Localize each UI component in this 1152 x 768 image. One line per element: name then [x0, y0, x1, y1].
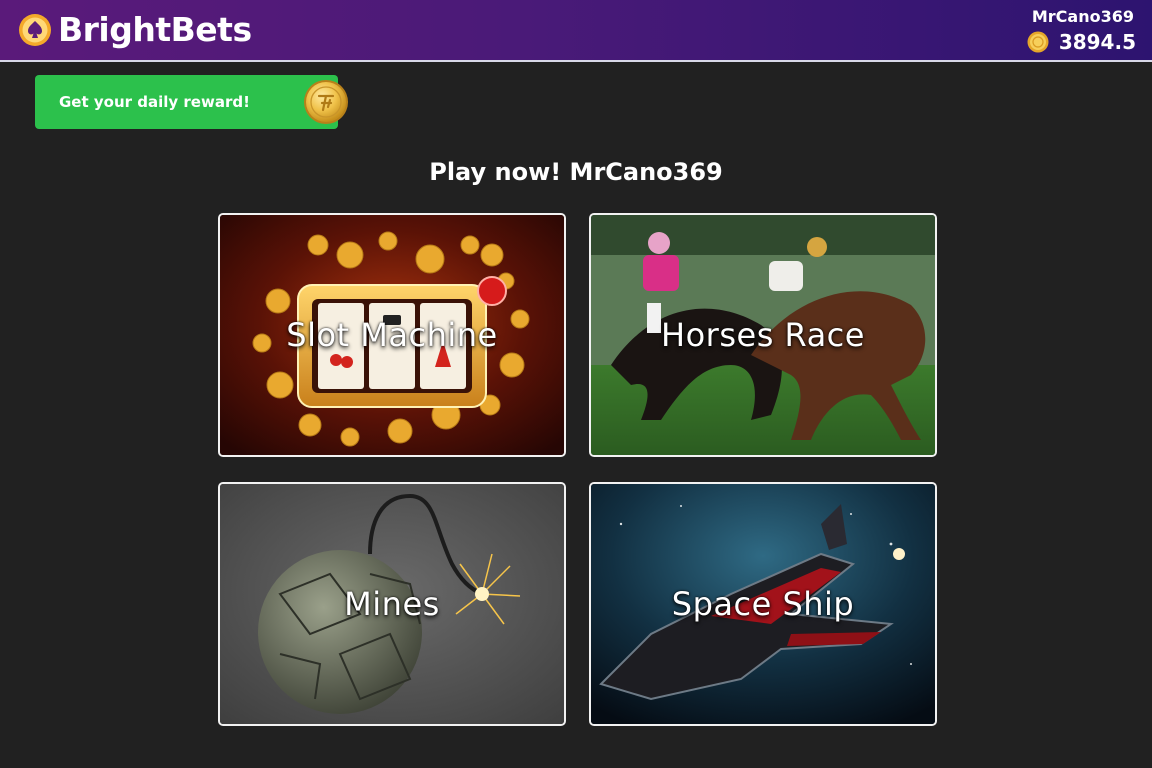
space-ship-card[interactable]: Space Ship	[589, 482, 937, 726]
daily-reward-button[interactable]: Get your daily reward!	[35, 75, 348, 129]
slot-machine-label: Slot Machine	[286, 316, 498, 354]
brand-logo-text[interactable]: BrightBets	[58, 9, 252, 51]
horses-race-label: Horses Race	[661, 316, 865, 354]
top-bar: BrightBets MrCano369 3894.5	[0, 0, 1152, 62]
mines-card[interactable]: Mines	[218, 482, 566, 726]
horses-race-card[interactable]: Horses Race	[589, 213, 937, 457]
balance-amount: 3894.5	[1058, 30, 1136, 54]
space-ship-label: Space Ship	[671, 585, 855, 623]
gold-coin-icon	[304, 80, 348, 124]
balance-display: 3894.5	[1027, 29, 1136, 55]
spade-coin-icon[interactable]	[18, 13, 52, 47]
daily-reward-label: Get your daily reward!	[59, 93, 250, 111]
username[interactable]: MrCano369	[1032, 7, 1134, 27]
coin-icon	[1027, 31, 1049, 53]
mines-label: Mines	[344, 585, 440, 623]
play-now-heading: Play now! MrCano369	[429, 158, 723, 186]
slot-machine-card[interactable]: Slot Machine	[218, 213, 566, 457]
